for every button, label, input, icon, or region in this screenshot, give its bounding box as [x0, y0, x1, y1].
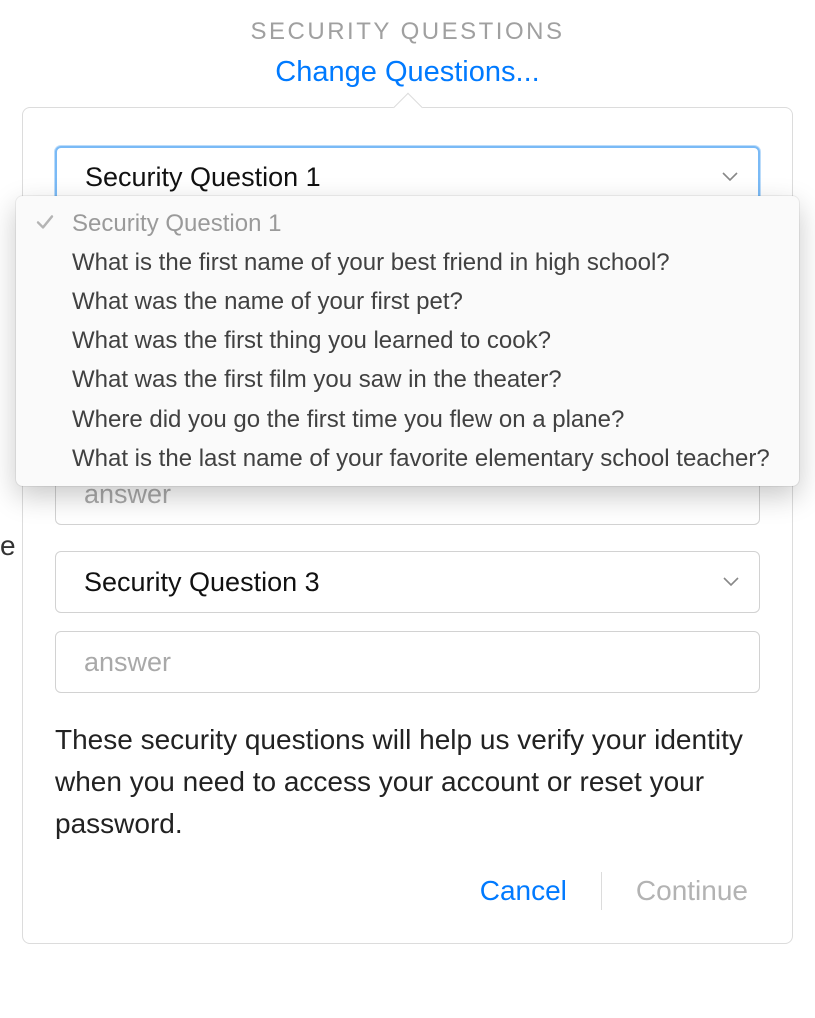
- checkmark-icon: [36, 207, 54, 240]
- dropdown-option-label: What is the first name of your best frie…: [72, 249, 670, 276]
- security-questions-dialog: SECURITY QUESTIONS Change Questions... e…: [0, 0, 815, 1018]
- dropdown-option[interactable]: What is the first name of your best frie…: [16, 243, 799, 282]
- chevron-down-icon: [722, 172, 738, 182]
- change-questions-link[interactable]: Change Questions...: [0, 56, 815, 89]
- button-divider: [601, 872, 602, 910]
- dropdown-option-label: What was the first film you saw in the t…: [72, 366, 562, 393]
- help-text: These security questions will help us ve…: [55, 719, 760, 845]
- dropdown-option[interactable]: What was the name of your first pet?: [16, 282, 799, 321]
- security-question-3-label: Security Question 3: [84, 567, 320, 598]
- panel-pointer-icon: [393, 93, 423, 123]
- dropdown-option-selected[interactable]: Security Question 1: [16, 204, 799, 243]
- button-row: Cancel Continue: [55, 869, 760, 913]
- dropdown-option-label: What was the first thing you learned to …: [72, 327, 551, 354]
- dropdown-option-label: What was the name of your first pet?: [72, 288, 463, 315]
- background-text-fragment: e: [0, 530, 18, 562]
- dropdown-option[interactable]: Where did you go the first time you flew…: [16, 400, 799, 439]
- dropdown-option[interactable]: What was the first film you saw in the t…: [16, 360, 799, 399]
- continue-button[interactable]: Continue: [624, 869, 760, 913]
- security-question-1-dropdown[interactable]: Security Question 1 What is the first na…: [16, 196, 799, 486]
- security-answer-3-input[interactable]: [55, 631, 760, 693]
- dropdown-option-label: What is the last name of your favorite e…: [72, 445, 770, 472]
- dropdown-option[interactable]: What is the last name of your favorite e…: [16, 439, 799, 478]
- dropdown-option[interactable]: What was the first thing you learned to …: [16, 321, 799, 360]
- section-title: SECURITY QUESTIONS: [0, 18, 815, 46]
- cancel-button[interactable]: Cancel: [468, 869, 579, 913]
- dropdown-option-label: Where did you go the first time you flew…: [72, 406, 624, 433]
- dropdown-option-label: Security Question 1: [72, 210, 281, 237]
- security-question-1-label: Security Question 1: [85, 162, 321, 193]
- security-question-3-select[interactable]: Security Question 3: [55, 551, 760, 613]
- chevron-down-icon: [723, 577, 739, 587]
